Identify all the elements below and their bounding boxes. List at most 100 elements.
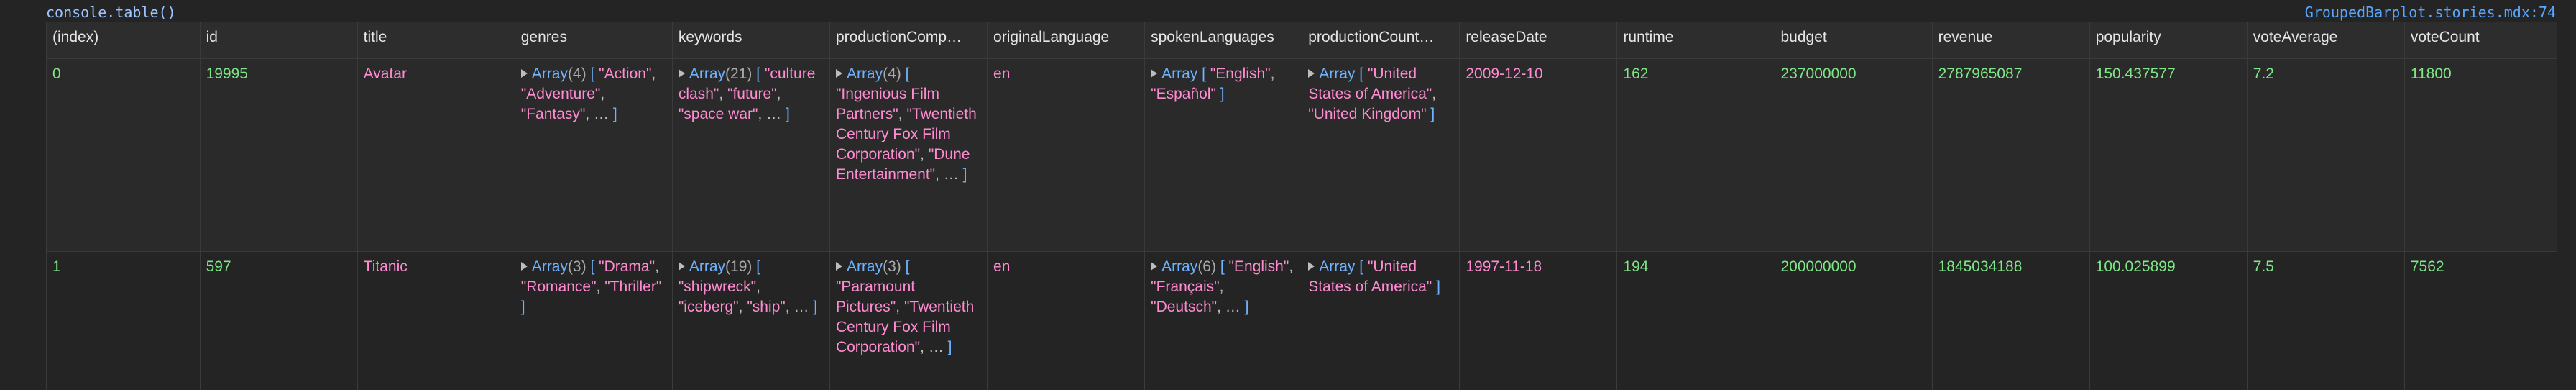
column-header[interactable]: runtime [1616, 22, 1775, 59]
array-keyword[interactable]: Array [532, 65, 568, 82]
array-keyword[interactable]: Array [1319, 65, 1355, 82]
array-item: "ship" [747, 298, 786, 315]
expand-triangle-icon[interactable] [678, 68, 685, 78]
expand-triangle-icon[interactable] [835, 261, 842, 271]
column-header[interactable]: originalLanguage [987, 22, 1146, 59]
expand-triangle-icon[interactable] [835, 68, 842, 78]
column-header[interactable]: budget [1775, 22, 1933, 59]
id-cell: 19995 [200, 58, 358, 252]
array-item: "space war" [678, 105, 758, 122]
index-cell: 1 [47, 251, 201, 390]
genres-cell: Array(4) [ "Action", "Adventure", "Fanta… [515, 58, 673, 252]
array-ellipsis: … [766, 105, 782, 122]
column-header[interactable]: voteCount [2404, 22, 2557, 59]
array-keyword[interactable]: Array [1319, 258, 1355, 275]
array-close-bracket: ] [1436, 278, 1440, 295]
original-language-cell: en [987, 58, 1146, 252]
expand-triangle-icon[interactable] [520, 68, 528, 78]
popularity-cell: 150.437577 [2089, 58, 2248, 252]
column-header[interactable]: releaseDate [1459, 22, 1618, 59]
array-length: (6) [1197, 258, 1216, 275]
array-separator: , [738, 298, 743, 315]
production-companies-cell: Array(3) [ "Paramount Pictures", "Twenti… [829, 251, 988, 390]
column-header[interactable]: voteAverage [2247, 22, 2405, 59]
array-open-bracket: [ [1359, 65, 1364, 82]
array-keyword[interactable]: Array [689, 258, 725, 275]
array-separator: , [1219, 278, 1224, 295]
column-header[interactable]: keywords [672, 22, 830, 59]
table-row: 1 597 Titanic Array(3) [ "Drama", "Roman… [47, 251, 2557, 390]
vote-average-cell: 7.2 [2247, 58, 2405, 252]
source-file-link[interactable]: GroupedBarplot.stories.mdx:74 [2305, 4, 2556, 21]
array-open-bracket: [ [756, 258, 761, 275]
array-ellipsis: … [943, 165, 959, 183]
array-separator: , [1270, 65, 1275, 82]
array-item: "Français" [1151, 278, 1220, 295]
array-item: "future" [727, 85, 777, 102]
expand-triangle-icon[interactable] [678, 261, 685, 271]
budget-cell: 200000000 [1775, 251, 1933, 390]
array-item: "Fantasy" [520, 105, 586, 122]
array-item: "Thriller" [604, 278, 662, 295]
array-keyword[interactable]: Array [532, 258, 568, 275]
array-separator: , [596, 278, 601, 295]
column-header[interactable]: productionComp… [829, 22, 988, 59]
array-close-bracket: ] [1430, 105, 1435, 122]
column-header[interactable]: popularity [2089, 22, 2248, 59]
array-open-bracket: [ [1359, 258, 1364, 275]
array-length: (3) [883, 258, 901, 275]
array-item: "Paramount Pictures" [835, 278, 916, 315]
column-header[interactable]: genres [515, 22, 673, 59]
array-separator: , [719, 85, 724, 102]
popularity-cell: 100.025899 [2089, 251, 2248, 390]
revenue-cell: 1845034188 [1932, 251, 2090, 390]
array-ellipsis: … [928, 338, 944, 355]
expand-triangle-icon[interactable] [1308, 261, 1315, 271]
array-item: "Drama" [599, 258, 656, 275]
array-close-bracket: ] [813, 298, 818, 315]
expand-triangle-icon[interactable] [520, 261, 528, 271]
release-date-cell: 1997-11-18 [1459, 251, 1618, 390]
array-separator: , [651, 65, 656, 82]
array-separator: , [655, 258, 659, 275]
original-language-cell: en [987, 251, 1146, 390]
expand-triangle-icon[interactable] [1308, 68, 1315, 78]
id-cell: 597 [200, 251, 358, 390]
column-header[interactable]: revenue [1932, 22, 2090, 59]
array-keyword[interactable]: Array [847, 65, 883, 82]
array-close-bracket: ] [786, 105, 790, 122]
array-keyword[interactable]: Array [689, 65, 725, 82]
console-header: console.table() GroupedBarplot.stories.m… [0, 0, 2576, 22]
array-item: "iceberg" [678, 298, 739, 315]
budget-cell: 237000000 [1775, 58, 1933, 252]
column-header[interactable]: (index) [47, 22, 201, 59]
array-item: "Deutsch" [1151, 298, 1218, 315]
array-open-bracket: [ [1220, 258, 1225, 275]
array-separator: , [1432, 85, 1437, 102]
array-keyword[interactable]: Array [1162, 258, 1197, 275]
array-keyword[interactable]: Array [1162, 65, 1197, 82]
title-cell: Titanic [357, 251, 515, 390]
column-header[interactable]: title [357, 22, 515, 59]
revenue-cell: 2787965087 [1932, 58, 2090, 252]
array-open-bracket: [ [756, 65, 761, 82]
expand-triangle-icon[interactable] [1151, 261, 1158, 271]
column-header[interactable]: spokenLanguages [1144, 22, 1303, 59]
title-cell: Avatar [357, 58, 515, 252]
column-header[interactable]: productionCount… [1302, 22, 1460, 59]
array-separator: , [776, 85, 781, 102]
array-separator: , [898, 105, 903, 122]
array-separator: , [935, 165, 939, 183]
spoken-languages-cell: Array [ "English", "Español" ] [1144, 58, 1303, 252]
array-separator: , [585, 105, 590, 122]
array-close-bracket: ] [1220, 85, 1225, 102]
genres-cell: Array(3) [ "Drama", "Romance", "Thriller… [515, 251, 673, 390]
array-ellipsis: … [594, 105, 610, 122]
array-keyword[interactable]: Array [847, 258, 883, 275]
array-open-bracket: [ [905, 65, 910, 82]
column-header[interactable]: id [200, 22, 358, 59]
vote-count-cell: 7562 [2404, 251, 2557, 390]
expand-triangle-icon[interactable] [1151, 68, 1158, 78]
console-table-container[interactable]: (index) id title genres keywords product… [46, 22, 2557, 390]
table-row: 0 19995 Avatar Array(4) [ "Action", "Adv… [47, 58, 2557, 252]
